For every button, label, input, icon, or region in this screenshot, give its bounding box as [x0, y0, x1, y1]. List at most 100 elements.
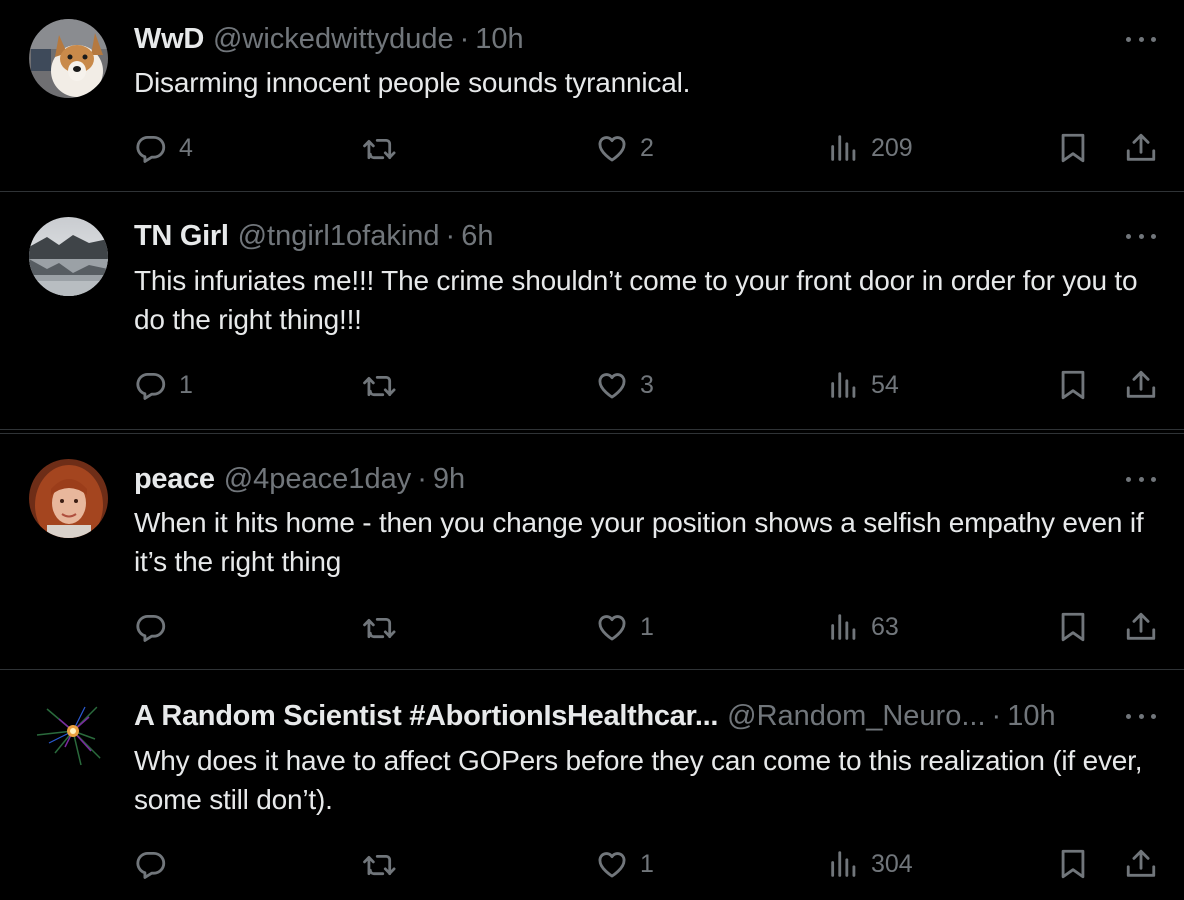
view-count: 54	[871, 370, 899, 399]
person-avatar-image	[29, 459, 108, 538]
like-count: 1	[640, 612, 654, 641]
user-handle[interactable]: @tngirl1ofakind	[238, 218, 440, 254]
more-icon[interactable]	[1126, 710, 1156, 722]
retweet-button[interactable]	[362, 607, 398, 647]
like-button[interactable]: 1	[595, 607, 654, 647]
share-button[interactable]	[1125, 128, 1157, 168]
more-icon[interactable]	[1126, 230, 1156, 242]
like-button[interactable]: 1	[595, 844, 654, 884]
bookmark-button[interactable]	[1057, 128, 1089, 168]
tweet[interactable]: WwD @wickedwittydude · 10h Disarming inn…	[0, 0, 1184, 191]
display-name[interactable]: peace	[134, 461, 215, 497]
like-count: 3	[640, 370, 654, 399]
views-icon	[831, 614, 856, 640]
lake-avatar-image	[29, 217, 108, 296]
display-name[interactable]: WwD	[134, 21, 204, 57]
tweet-text: This infuriates me!!! The crime shouldn’…	[134, 265, 1138, 335]
reply-count: 4	[179, 133, 193, 162]
avatar[interactable]	[29, 695, 108, 774]
share-button[interactable]	[1125, 844, 1157, 884]
views-button[interactable]: 304	[828, 844, 913, 884]
user-handle[interactable]: @wickedwittydude	[213, 21, 454, 57]
separator-dot: ·	[459, 23, 470, 55]
like-count: 2	[640, 133, 654, 162]
neuron-avatar-image	[29, 695, 108, 774]
bookmark-button[interactable]	[1057, 365, 1089, 405]
views-icon	[831, 135, 856, 161]
retweet-icon	[363, 139, 396, 160]
reply-icon	[136, 372, 166, 400]
view-count: 63	[871, 612, 899, 641]
retweet-icon	[363, 855, 396, 876]
bookmark-icon	[1061, 133, 1085, 163]
views-button[interactable]: 63	[828, 607, 899, 647]
tweet-text: Why does it have to affect GOPers before…	[134, 745, 1143, 815]
like-button[interactable]: 3	[595, 365, 654, 405]
avatar[interactable]	[29, 217, 108, 296]
views-button[interactable]: 209	[828, 128, 913, 168]
like-icon	[598, 373, 626, 399]
tweet[interactable]: A Random Scientist #AbortionIsHealthcar.…	[0, 670, 1184, 900]
avatar[interactable]	[29, 19, 108, 98]
bookmark-icon	[1061, 612, 1085, 642]
tweet-actions: 1 304	[0, 844, 1184, 884]
reply-button[interactable]	[134, 844, 179, 884]
share-icon	[1126, 370, 1156, 398]
tweet-actions: 1 63	[0, 607, 1184, 647]
bookmark-button[interactable]	[1057, 607, 1089, 647]
views-icon	[831, 372, 856, 398]
share-icon	[1126, 849, 1156, 877]
reply-icon	[136, 135, 166, 163]
bookmark-button[interactable]	[1057, 844, 1089, 884]
timestamp[interactable]: 10h	[1007, 698, 1055, 734]
views-button[interactable]: 54	[828, 365, 899, 405]
share-button[interactable]	[1125, 607, 1157, 647]
retweet-icon	[363, 376, 396, 397]
retweet-button[interactable]	[362, 844, 398, 884]
like-icon	[598, 136, 626, 162]
reply-button[interactable]: 4	[134, 128, 193, 168]
reply-icon	[136, 851, 166, 879]
dog-avatar-image	[29, 19, 108, 98]
view-count: 304	[871, 849, 913, 878]
more-icon[interactable]	[1126, 33, 1156, 45]
reply-icon	[136, 614, 166, 642]
tweet[interactable]: peace @4peace1day · 9h When it hits home…	[0, 434, 1184, 669]
timestamp[interactable]: 6h	[461, 218, 493, 254]
tweet-header: peace @4peace1day · 9h	[134, 461, 1124, 497]
retweet-icon	[363, 618, 396, 639]
reply-button[interactable]	[134, 607, 179, 647]
reply-button[interactable]: 1	[134, 365, 193, 405]
retweet-button[interactable]	[362, 128, 398, 168]
tweet-text: Disarming innocent people sounds tyranni…	[134, 67, 691, 98]
display-name[interactable]: A Random Scientist #AbortionIsHealthcar.…	[134, 698, 718, 734]
tweet[interactable]: TN Girl @tngirl1ofakind · 6h This infuri…	[0, 192, 1184, 429]
share-button[interactable]	[1125, 365, 1157, 405]
reply-count: 1	[179, 370, 193, 399]
separator-dot: ·	[445, 220, 456, 252]
retweet-button[interactable]	[362, 365, 398, 405]
tweet-header: TN Girl @tngirl1ofakind · 6h	[134, 218, 1124, 254]
tweet-actions: 4 2 209	[0, 128, 1184, 168]
avatar[interactable]	[29, 459, 108, 538]
timestamp[interactable]: 9h	[433, 461, 465, 497]
like-icon	[598, 852, 626, 878]
user-handle[interactable]: @4peace1day	[224, 461, 411, 497]
separator-dot: ·	[991, 700, 1002, 732]
display-name[interactable]: TN Girl	[134, 218, 229, 254]
divider	[0, 429, 1184, 430]
user-handle[interactable]: @Random_Neuro...	[727, 698, 985, 734]
views-icon	[831, 851, 856, 877]
like-count: 1	[640, 849, 654, 878]
share-icon	[1126, 133, 1156, 161]
share-icon	[1126, 612, 1156, 640]
like-button[interactable]: 2	[595, 128, 654, 168]
bookmark-icon	[1061, 370, 1085, 400]
tweet-header: A Random Scientist #AbortionIsHealthcar.…	[134, 698, 1124, 734]
tweet-header: WwD @wickedwittydude · 10h	[134, 21, 1124, 57]
more-icon[interactable]	[1126, 473, 1156, 485]
view-count: 209	[871, 133, 913, 162]
tweet-text: When it hits home - then you change your…	[134, 507, 1144, 577]
bookmark-icon	[1061, 849, 1085, 879]
timestamp[interactable]: 10h	[475, 21, 523, 57]
